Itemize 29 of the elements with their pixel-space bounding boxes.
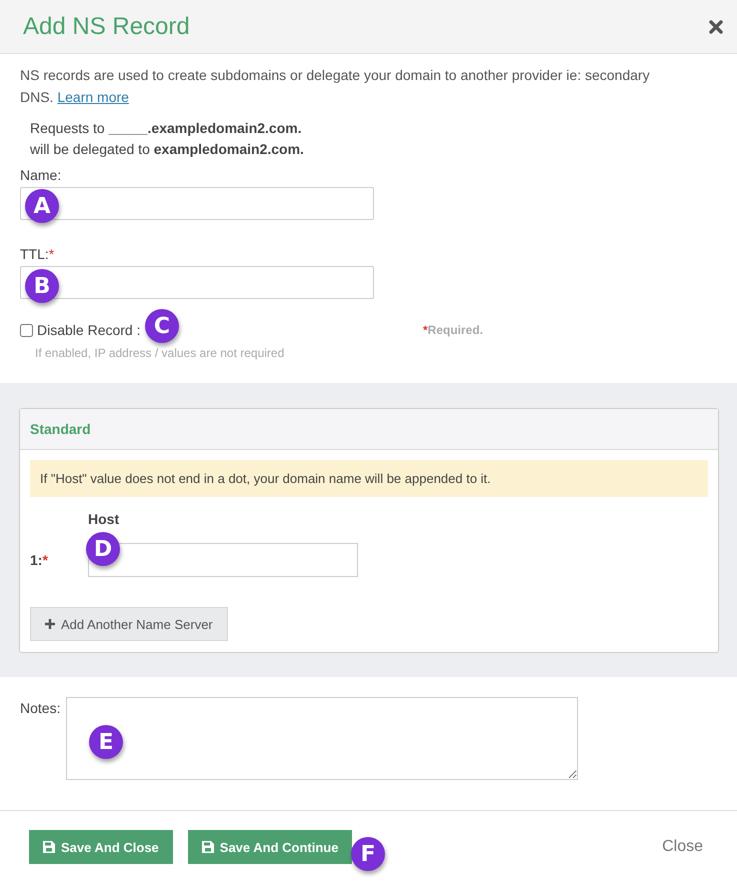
text-field[interactable] <box>20 187 374 220</box>
panel-title: Standard <box>20 409 718 450</box>
close-icon[interactable] <box>709 20 723 34</box>
delegation-text: will be delegated to exampledomain2.com. <box>30 141 305 157</box>
column-header: Host <box>88 511 120 527</box>
notice-banner: If "Host" value does not end in a dot, your domain name will be appended to it. <box>30 460 708 497</box>
save-button[interactable]: Save And Continue <box>188 830 352 864</box>
floppy-icon <box>43 841 55 853</box>
dialog-title: Add NS Record <box>23 12 190 40</box>
intro-text: NS records are used to create subdomains or delegate your domain to another provider ie: secondary DNS. Learn more <box>20 66 651 107</box>
letter-callout: F <box>351 837 385 871</box>
letter-callout: C <box>145 309 179 343</box>
close-link[interactable]: Close <box>662 838 703 856</box>
checkbox-label: Disable Record : <box>37 322 140 338</box>
field-label: TTL:* <box>20 246 54 262</box>
row-label: 1:* <box>30 552 48 568</box>
learn-more-link[interactable]: Learn more <box>57 89 129 105</box>
text-field[interactable] <box>20 266 374 299</box>
plus-icon <box>45 619 55 629</box>
checkbox[interactable] <box>20 324 33 336</box>
add-name-server-button[interactable]: Add Another Name Server <box>30 607 228 641</box>
floppy-icon <box>202 841 214 853</box>
notes-field[interactable] <box>66 697 578 780</box>
save-button[interactable]: Save And Close <box>29 830 173 864</box>
field-label: Name: <box>20 167 62 183</box>
required-note: *Required. <box>423 323 484 337</box>
hint-text: If enabled, IP address / values are not required <box>35 346 286 360</box>
delegation-text: Requests to _____.exampledomain2.com. <box>30 120 303 136</box>
notes-label: Notes: <box>20 700 60 718</box>
